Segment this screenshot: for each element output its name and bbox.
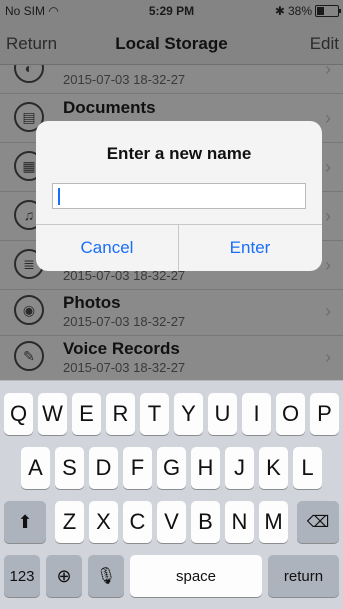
key-x[interactable]: X xyxy=(89,501,118,543)
key-v[interactable]: V xyxy=(157,501,186,543)
microphone-icon: 🎙︎ xyxy=(95,568,117,585)
screen: No SIM ◠ 5:29 PM ✱ 38% Return Local Stor… xyxy=(0,0,343,609)
key-n[interactable]: N xyxy=(225,501,254,543)
backspace-icon: ⌫ xyxy=(306,514,330,531)
key-u[interactable]: U xyxy=(208,393,237,435)
key-c[interactable]: C xyxy=(123,501,152,543)
enter-button[interactable]: Enter xyxy=(179,224,321,271)
key-a[interactable]: A xyxy=(21,447,50,489)
key-w[interactable]: W xyxy=(38,393,67,435)
chevron-right-icon: › xyxy=(325,157,331,177)
key-y[interactable]: Y xyxy=(174,393,203,435)
battery-status: ✱ 38% xyxy=(274,4,341,18)
list-item[interactable]: ✎ Voice Records 2015-07-03 18-32-27 › xyxy=(0,333,343,380)
page-title: Local Storage xyxy=(115,34,228,53)
key-k[interactable]: K xyxy=(259,447,288,489)
key-g[interactable]: G xyxy=(157,447,186,489)
key-s[interactable]: S xyxy=(55,447,84,489)
key-p[interactable]: P xyxy=(310,393,339,435)
key-d[interactable]: D xyxy=(89,447,118,489)
keyboard: Q W E R T Y U I O P A S D F G H J K L ⬆ … xyxy=(0,380,343,609)
key-q[interactable]: Q xyxy=(4,393,33,435)
bluetooth-icon: ✱ xyxy=(274,4,285,18)
key-t[interactable]: T xyxy=(140,393,169,435)
battery-icon xyxy=(315,5,341,17)
chevron-right-icon: › xyxy=(325,301,331,321)
numbers-key[interactable]: 123 xyxy=(4,555,40,597)
navigation-bar: Return Local Storage Edit xyxy=(0,22,343,65)
dictation-key[interactable]: 🎙︎ xyxy=(88,555,124,597)
return-key[interactable]: return xyxy=(268,555,339,597)
chevron-right-icon: › xyxy=(325,108,331,128)
camera-icon: ◉ xyxy=(14,295,44,325)
chevron-right-icon: › xyxy=(325,206,331,226)
edit-button[interactable]: Edit xyxy=(310,34,339,54)
key-r[interactable]: R xyxy=(106,393,135,435)
delete-key[interactable]: ⌫ xyxy=(297,501,339,543)
key-f[interactable]: F xyxy=(123,447,152,489)
key-i[interactable]: I xyxy=(242,393,271,435)
globe-key[interactable]: ⊕ xyxy=(46,555,82,597)
battery-percent: 38% xyxy=(287,4,312,18)
key-b[interactable]: B xyxy=(191,501,220,543)
key-e[interactable]: E xyxy=(72,393,101,435)
globe-icon: ⊕ xyxy=(56,565,72,586)
cancel-button[interactable]: Cancel xyxy=(36,224,178,271)
shift-key[interactable]: ⬆ xyxy=(4,501,46,543)
key-m[interactable]: M xyxy=(259,501,288,543)
key-h[interactable]: H xyxy=(191,447,220,489)
list-item[interactable]: ◐ 2015-07-03 18-32-27 › xyxy=(0,65,343,94)
status-bar: No SIM ◠ 5:29 PM ✱ 38% xyxy=(0,0,343,22)
chevron-right-icon: › xyxy=(325,347,331,367)
name-input[interactable] xyxy=(52,183,306,209)
key-z[interactable]: Z xyxy=(55,501,84,543)
chevron-right-icon: › xyxy=(325,255,331,275)
microphone-icon: ✎ xyxy=(14,341,44,371)
key-l[interactable]: L xyxy=(293,447,322,489)
list-item[interactable]: ◉ Photos 2015-07-03 18-32-27 › xyxy=(0,287,343,336)
rename-dialog: Enter a new name Cancel Enter xyxy=(36,121,322,271)
text-caret xyxy=(58,188,60,205)
key-j[interactable]: J xyxy=(225,447,254,489)
shift-icon: ⬆ xyxy=(17,511,33,532)
key-o[interactable]: O xyxy=(276,393,305,435)
storage-icon: ◐ xyxy=(14,65,44,83)
dialog-title: Enter a new name xyxy=(106,144,252,163)
space-key[interactable]: space xyxy=(130,555,262,597)
chevron-right-icon: › xyxy=(325,65,331,79)
